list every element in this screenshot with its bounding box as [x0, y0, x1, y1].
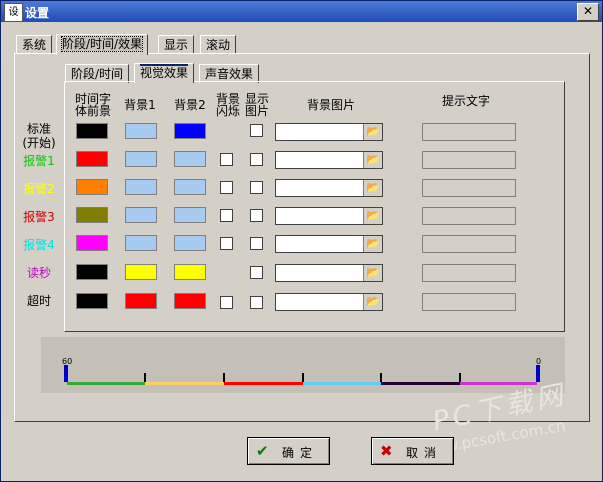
scale-tick[interactable]: [302, 373, 304, 382]
x-icon: ✖: [380, 442, 393, 460]
row-label: 报警2: [23, 182, 55, 196]
bg2-color-swatch[interactable]: [174, 207, 206, 223]
scale-start-marker[interactable]: [64, 365, 68, 382]
bg1-color-swatch[interactable]: [125, 293, 157, 309]
scale-tick[interactable]: [380, 373, 382, 382]
bg-image-field[interactable]: 📂: [275, 235, 383, 253]
settings-window: 设 设置 ✕ 系统 阶段/时间/效果 显示 滚动 阶段/时间 视觉效果 声音效果…: [0, 0, 603, 482]
hint-text-field[interactable]: [422, 179, 516, 197]
row-label: 读秒: [26, 266, 51, 280]
ok-button[interactable]: ✔ 确定: [247, 437, 330, 465]
row-label: 标准 (开始): [22, 122, 56, 150]
bg-image-field[interactable]: 📂: [275, 179, 383, 197]
show-image-checkbox[interactable]: [250, 237, 263, 250]
segment-alarm-4: [303, 382, 381, 385]
bg2-color-swatch[interactable]: [174, 293, 206, 309]
close-button[interactable]: ✕: [577, 3, 599, 21]
segment-alarm-3: [224, 382, 303, 385]
font-color-swatch[interactable]: [76, 179, 108, 195]
bg-image-field[interactable]: 📂: [275, 207, 383, 225]
bg-image-field[interactable]: 📂: [275, 123, 383, 141]
bg-flash-checkbox[interactable]: [220, 296, 233, 309]
hint-text-field[interactable]: [422, 264, 516, 282]
font-color-swatch[interactable]: [76, 293, 108, 309]
tab-scroll[interactable]: 滚动: [200, 35, 237, 54]
check-icon: ✔: [256, 442, 269, 460]
tab-stage-time-effect[interactable]: 阶段/时间/效果: [56, 34, 149, 55]
hint-text-field[interactable]: [422, 151, 516, 169]
show-image-checkbox[interactable]: [250, 153, 263, 166]
font-color-swatch[interactable]: [76, 123, 108, 139]
scale-tick[interactable]: [144, 373, 146, 382]
header-show-image: 显示 图片: [244, 92, 269, 118]
folder-open-icon[interactable]: 📂: [363, 152, 382, 168]
hint-text-field[interactable]: [422, 235, 516, 253]
header-hint-text: 提示文字: [441, 94, 490, 108]
bg-image-field[interactable]: 📂: [275, 293, 383, 311]
show-image-checkbox[interactable]: [250, 266, 263, 279]
bg2-color-swatch[interactable]: [174, 264, 206, 280]
app-icon: 设: [4, 3, 23, 22]
show-image-checkbox[interactable]: [250, 209, 263, 222]
row-label: 报警3: [23, 210, 55, 224]
bg-flash-checkbox[interactable]: [220, 153, 233, 166]
bg-flash-checkbox[interactable]: [220, 181, 233, 194]
segment-alarm-1: [67, 382, 145, 385]
font-color-swatch[interactable]: [76, 151, 108, 167]
scale-tick[interactable]: [223, 373, 225, 382]
bg1-color-swatch[interactable]: [125, 207, 157, 223]
bg2-color-swatch[interactable]: [174, 179, 206, 195]
folder-open-icon[interactable]: 📂: [363, 294, 382, 310]
bg2-color-swatch[interactable]: [174, 123, 206, 139]
tab-display[interactable]: 显示: [158, 35, 195, 54]
folder-open-icon[interactable]: 📂: [363, 124, 382, 140]
header-background-1: 背景1: [124, 98, 156, 112]
font-color-swatch[interactable]: [76, 235, 108, 251]
header-font-foreground: 时间字 体前景: [74, 92, 111, 118]
font-color-swatch[interactable]: [76, 264, 108, 280]
hint-text-field[interactable]: [422, 293, 516, 311]
bg1-color-swatch[interactable]: [125, 123, 157, 139]
cancel-button[interactable]: ✖ 取消: [371, 437, 454, 465]
header-background-2: 背景2: [174, 98, 206, 112]
folder-open-icon[interactable]: 📂: [363, 208, 382, 224]
hint-text-field[interactable]: [422, 207, 516, 225]
row-label: 报警1: [23, 154, 55, 168]
bg1-color-swatch[interactable]: [125, 151, 157, 167]
segment-alarm-2: [145, 382, 224, 385]
folder-open-icon[interactable]: 📂: [363, 236, 382, 252]
bg-flash-checkbox[interactable]: [220, 237, 233, 250]
cancel-button-label: 取消: [406, 446, 443, 460]
font-color-swatch[interactable]: [76, 207, 108, 223]
window-title: 设置: [25, 6, 50, 20]
header-background-image: 背景图片: [306, 98, 355, 112]
bg2-color-swatch[interactable]: [174, 151, 206, 167]
row-label: 超时: [26, 294, 51, 308]
folder-open-icon[interactable]: 📂: [363, 180, 382, 196]
tab-system[interactable]: 系统: [16, 35, 53, 54]
header-background-flash: 背景 闪烁: [215, 92, 240, 118]
bg1-color-swatch[interactable]: [125, 179, 157, 195]
bg2-color-swatch[interactable]: [174, 235, 206, 251]
hint-text-field[interactable]: [422, 123, 516, 141]
bg-image-field[interactable]: 📂: [275, 151, 383, 169]
ok-button-label: 确定: [282, 446, 319, 460]
bg-image-field[interactable]: 📂: [275, 264, 383, 282]
subtab-visual-effect[interactable]: 视觉效果: [134, 63, 195, 83]
show-image-checkbox[interactable]: [250, 296, 263, 309]
title-bar: 设 设置 ✕: [1, 1, 602, 22]
bg1-color-swatch[interactable]: [125, 264, 157, 280]
bg-flash-checkbox[interactable]: [220, 209, 233, 222]
subtab-visual-effect-label: 视觉效果: [140, 64, 189, 80]
show-image-checkbox[interactable]: [250, 181, 263, 194]
tab-stage-time-effect-label: 阶段/时间/效果: [60, 36, 144, 52]
show-image-checkbox[interactable]: [250, 124, 263, 137]
bg1-color-swatch[interactable]: [125, 235, 157, 251]
row-label: 报警4: [23, 238, 55, 252]
folder-open-icon[interactable]: 📂: [363, 265, 382, 281]
